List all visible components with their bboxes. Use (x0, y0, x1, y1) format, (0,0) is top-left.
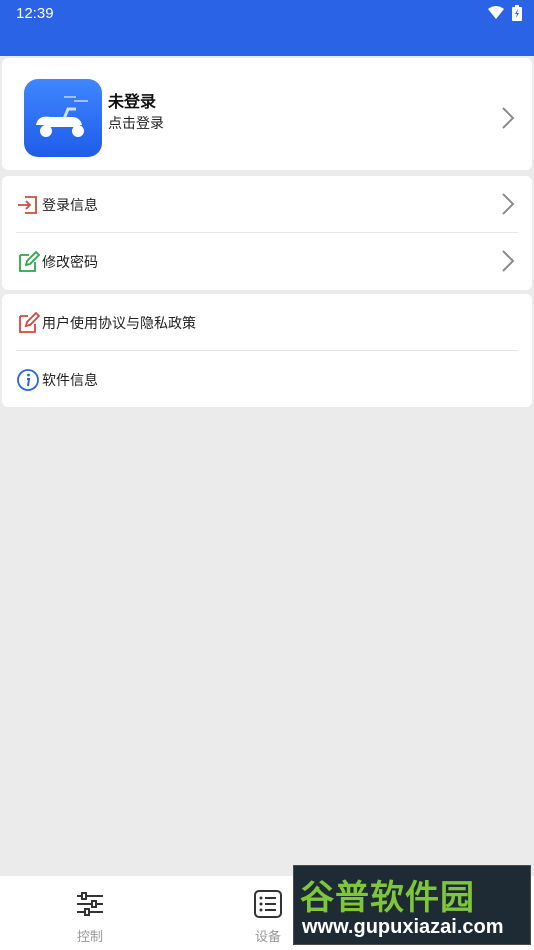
menu-group-about: 用户使用协议与隐私政策 软件信息 (2, 294, 532, 407)
chevron-right-icon (502, 193, 515, 215)
status-icons (488, 5, 522, 21)
menu-item-label: 用户使用协议与隐私政策 (42, 316, 196, 332)
agreement-icon (19, 311, 40, 333)
chevron-right-icon (502, 250, 515, 272)
watermark-title: 谷普软件园 (300, 878, 475, 918)
menu-item-label: 软件信息 (42, 373, 98, 389)
status-bar: 12:39 (0, 0, 534, 56)
login-prompt[interactable]: 点击登录 (108, 113, 164, 133)
login-icon (18, 196, 37, 214)
watermark: 谷普软件园 www.gupuxiazai.com (293, 865, 531, 945)
menu-item-label: 登录信息 (42, 198, 98, 214)
sliders-icon (77, 892, 103, 916)
chevron-right-icon (502, 107, 515, 129)
info-icon (17, 369, 39, 391)
status-time: 12:39 (16, 5, 54, 22)
menu-item-change-password[interactable]: 修改密码 (2, 233, 532, 290)
menu-item-login-info[interactable]: 登录信息 (2, 176, 532, 233)
battery-icon (512, 5, 522, 21)
edit-password-icon (19, 250, 40, 272)
app-logo (24, 79, 102, 157)
tab-control[interactable]: 控制 (50, 888, 130, 945)
tab-label: 控制 (76, 930, 103, 945)
menu-group-account: 登录信息 修改密码 (2, 176, 532, 290)
wifi-icon (488, 6, 504, 19)
profile-name: 未登录 (108, 92, 157, 111)
profile-card[interactable]: 未登录 点击登录 (2, 58, 532, 170)
menu-item-label: 修改密码 (42, 255, 98, 271)
list-icon (254, 890, 282, 918)
watermark-url: www.gupuxiazai.com (302, 916, 504, 938)
menu-item-agreement[interactable]: 用户使用协议与隐私政策 (2, 294, 532, 351)
menu-item-software-info[interactable]: 软件信息 (2, 351, 532, 408)
